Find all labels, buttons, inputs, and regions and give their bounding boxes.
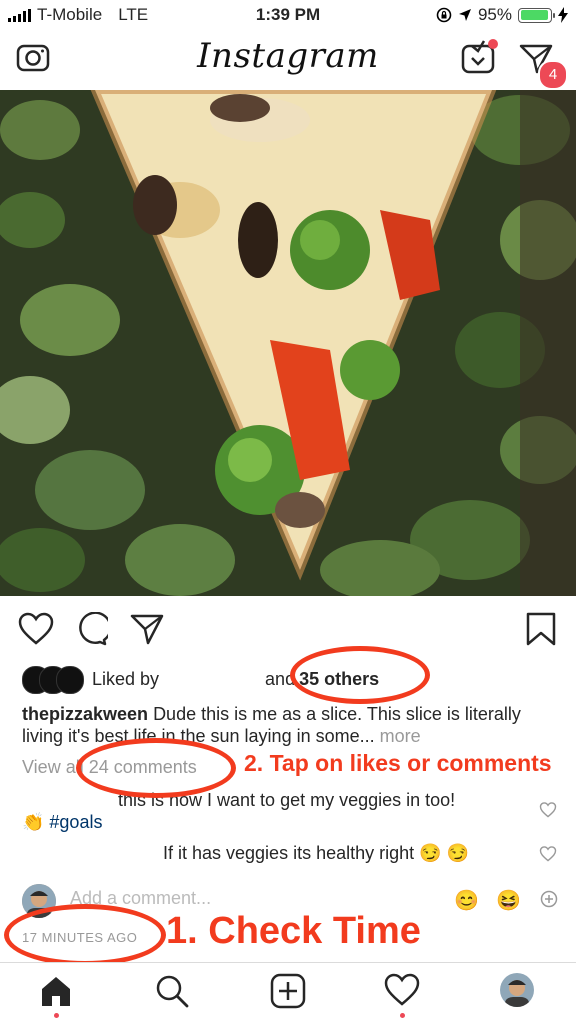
igtv-icon[interactable] xyxy=(460,38,500,76)
add-post-icon[interactable] xyxy=(270,973,306,1009)
add-circle-icon[interactable] xyxy=(540,890,558,908)
annotation-ring-comments xyxy=(76,738,236,798)
post-caption: thepizzakween Dude this is me as a slice… xyxy=(22,703,552,747)
top-nav-bar: Instagram 4 xyxy=(0,30,576,91)
comment-bubble-icon[interactable] xyxy=(74,612,108,646)
comment-item: If it has veggies its healthy right 😏 😏 xyxy=(163,843,469,863)
share-icon[interactable] xyxy=(130,612,164,646)
search-icon[interactable] xyxy=(154,973,190,1009)
home-active-dot xyxy=(54,1013,59,1018)
comment-like-icon[interactable] xyxy=(539,846,557,862)
quick-emoji-button[interactable]: 😊 xyxy=(454,888,479,913)
status-bar: T-Mobile LTE 1:39 PM 95% xyxy=(0,0,576,30)
pizza-slice-image xyxy=(0,90,576,596)
charging-icon xyxy=(558,7,568,23)
post-photo[interactable] xyxy=(0,90,576,596)
comment-like-icon[interactable] xyxy=(539,802,557,818)
caption-more-link[interactable]: more xyxy=(380,726,421,746)
annotation-step-2: 2. Tap on likes or comments xyxy=(244,750,552,776)
home-icon[interactable] xyxy=(38,973,74,1009)
annotation-ring-likes xyxy=(290,646,430,704)
comment-item: 👏 #goals xyxy=(22,812,103,832)
annotation-step-1: 1. Check Time xyxy=(166,910,421,952)
save-bookmark-icon[interactable] xyxy=(526,612,556,646)
profile-avatar-tab[interactable] xyxy=(500,973,534,1007)
battery-percent: 95% xyxy=(477,5,512,24)
bottom-tab-bar xyxy=(0,962,576,1025)
like-heart-icon[interactable] xyxy=(18,612,54,646)
battery-icon xyxy=(518,7,555,23)
caption-username[interactable]: thepizzakween xyxy=(22,704,148,724)
activity-dot xyxy=(400,1013,405,1018)
liked-by-label: Liked by xyxy=(92,668,160,689)
post-action-bar xyxy=(18,612,558,648)
avatar xyxy=(56,666,84,694)
dm-count-badge: 4 xyxy=(538,60,568,90)
annotation-ring-time xyxy=(4,904,166,966)
activity-heart-icon[interactable] xyxy=(384,973,420,1007)
location-icon xyxy=(458,9,471,21)
screen-lock-icon xyxy=(436,7,452,23)
status-right: 95% xyxy=(436,5,568,25)
liker-avatars xyxy=(22,666,84,694)
quick-emoji-button[interactable]: 😆 xyxy=(496,888,521,913)
